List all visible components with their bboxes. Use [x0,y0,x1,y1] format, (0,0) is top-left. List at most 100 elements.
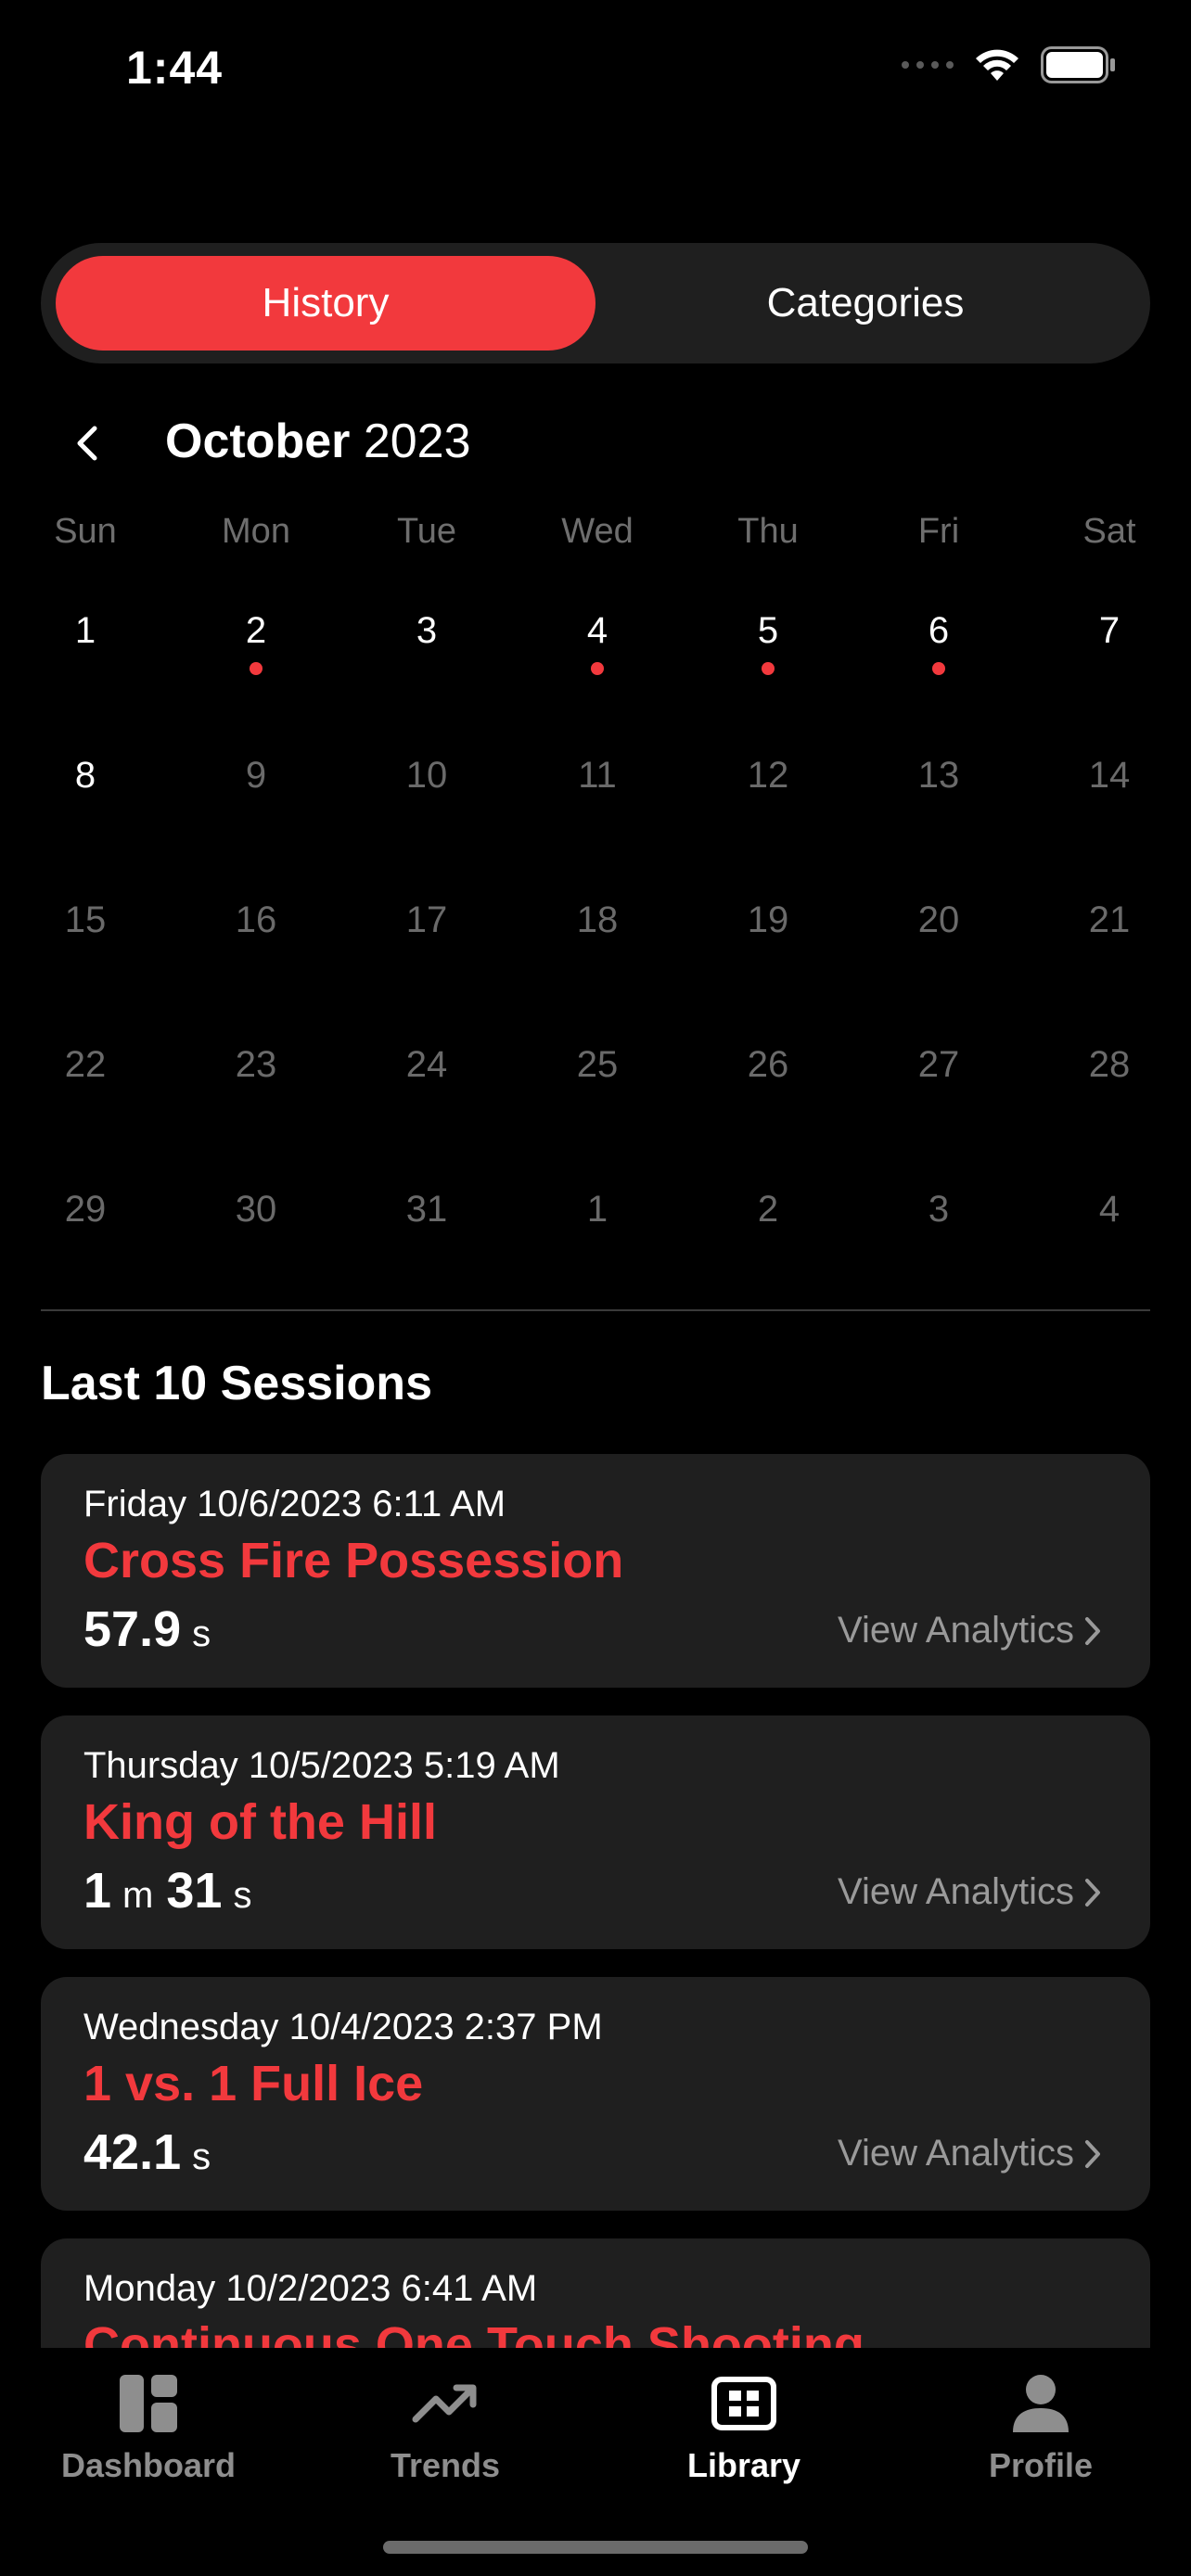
calendar-day[interactable]: 9 [171,747,341,849]
session-name: Continuous One Touch Shooting [83,2317,864,2348]
day-number: 16 [235,899,277,940]
tab-label: Profile [988,2446,1094,2484]
session-card[interactable]: Monday 10/2/2023 6:41 AM Continuous One T… [41,2238,1150,2348]
duration-value: 57.9 [83,1601,182,1657]
calendar-day[interactable]: 16 [171,892,341,994]
view-analytics-link[interactable]: View Analytics [838,2133,1102,2174]
calendar-day[interactable]: 19 [683,892,853,994]
duration-unit: s [192,1613,211,1654]
previous-month-button[interactable] [59,415,115,471]
calendar-day[interactable]: 11 [512,747,683,849]
status-time: 1:44 [126,42,224,94]
session-card[interactable]: Wednesday 10/4/2023 2:37 PM 1 vs. 1 Full … [41,1977,1150,2211]
chevron-right-icon [1085,1616,1100,1645]
tab-bar: Dashboard Trends Library Profile [0,2348,1191,2576]
calendar-day[interactable]: 3 [853,1181,1024,1283]
weekday-label: Wed [561,512,634,551]
calendar-day[interactable]: 1 [0,603,171,705]
calendar-day[interactable]: 22 [0,1037,171,1139]
day-number: 31 [405,1189,448,1230]
day-number: 2 [757,1189,779,1230]
tab-label: Trends [390,2446,501,2484]
tab-profile[interactable]: Profile [920,2370,1161,2485]
calendar-grid: 1 2 3 4 5 6 7 8 9 10 11 12 13 14 15 16 17 18 19 20 21 22 23 24 2… [0,603,1191,1326]
tab-dashboard[interactable]: Dashboard [28,2370,269,2485]
month-name: October [165,414,351,468]
calendar-day[interactable]: 2 [171,603,341,705]
day-number: 6 [928,610,950,651]
status-bar: 1:44 [0,0,1191,130]
calendar-day[interactable]: 24 [341,1037,512,1139]
calendar-day[interactable]: 12 [683,747,853,849]
calendar-day[interactable]: 29 [0,1181,171,1283]
duration-value: 1 [83,1863,112,1919]
calendar-day[interactable]: 6 [853,603,1024,705]
day-number: 30 [235,1189,277,1230]
month-title: October 2023 [165,414,471,469]
view-analytics-link[interactable]: View Analytics [838,1871,1102,1913]
session-indicator-dot [250,662,263,675]
view-analytics-label: View Analytics [838,2133,1074,2174]
calendar-day[interactable]: 28 [1024,1037,1191,1139]
calendar-day[interactable]: 2 [683,1181,853,1283]
calendar-day[interactable]: 13 [853,747,1024,849]
calendar-day[interactable]: 4 [512,603,683,705]
calendar-day[interactable]: 18 [512,892,683,994]
calendar-day[interactable]: 1 [512,1181,683,1283]
weekday-label: Sat [1082,512,1136,551]
day-number: 26 [747,1044,789,1085]
calendar-day[interactable]: 7 [1024,603,1191,705]
calendar-day[interactable]: 25 [512,1037,683,1139]
session-name: King of the Hill [83,1794,437,1850]
chevron-right-icon [1085,1878,1100,1906]
calendar-day[interactable]: 20 [853,892,1024,994]
weekday-label: Mon [222,512,290,551]
weekday-label: Tue [396,512,457,551]
calendar-day[interactable]: 14 [1024,747,1191,849]
calendar-day[interactable]: 26 [683,1037,853,1139]
day-number: 17 [405,899,448,940]
trends-icon [412,2384,477,2423]
day-number: 12 [747,755,789,796]
calendar-day[interactable]: 17 [341,892,512,994]
session-indicator-dot [932,662,945,675]
calendar-day[interactable]: 3 [341,603,512,705]
day-number: 1 [74,610,96,651]
session-duration: 57.9 s [83,1600,224,1658]
tab-history[interactable]: History [56,256,596,351]
profile-icon [1013,2375,1069,2432]
sessions-title: Last 10 Sessions [41,1357,432,1410]
calendar-day[interactable]: 23 [171,1037,341,1139]
session-card[interactable]: Thursday 10/5/2023 5:19 AM King of the Hi… [41,1715,1150,1949]
day-number: 20 [917,899,960,940]
calendar-day[interactable]: 5 [683,603,853,705]
tab-library[interactable]: Library [623,2370,864,2485]
dashboard-icon [120,2375,177,2432]
sessions-list: Friday 10/6/2023 6:11 AM Cross Fire Posse… [41,1454,1150,2348]
tab-trends[interactable]: Trends [325,2370,566,2485]
day-number: 3 [928,1189,950,1230]
calendar-day[interactable]: 31 [341,1181,512,1283]
calendar-day[interactable]: 4 [1024,1181,1191,1283]
duration-unit: s [192,2136,211,2177]
weekday-header-row: Sun Mon Tue Wed Thu Fri Sat [0,512,1191,562]
divider [41,1309,1150,1311]
calendar-day[interactable]: 15 [0,892,171,994]
history-categories-toggle: History Categories [41,243,1150,363]
day-number: 28 [1088,1044,1131,1085]
session-name: 1 vs. 1 Full Ice [83,2056,424,2111]
day-number: 23 [235,1044,277,1085]
calendar-day[interactable]: 30 [171,1181,341,1283]
session-card[interactable]: Friday 10/6/2023 6:11 AM Cross Fire Posse… [41,1454,1150,1688]
tab-categories[interactable]: Categories [596,256,1135,351]
calendar-day[interactable]: 21 [1024,892,1191,994]
calendar-day[interactable]: 8 [0,747,171,849]
library-icon [711,2377,776,2430]
view-analytics-link[interactable]: View Analytics [838,1610,1102,1651]
day-number: 2 [245,610,267,651]
calendar-day[interactable]: 10 [341,747,512,849]
calendar-day[interactable]: 27 [853,1037,1024,1139]
tab-label: Library [686,2446,801,2484]
wifi-icon [976,49,1018,81]
day-number: 18 [576,899,619,940]
